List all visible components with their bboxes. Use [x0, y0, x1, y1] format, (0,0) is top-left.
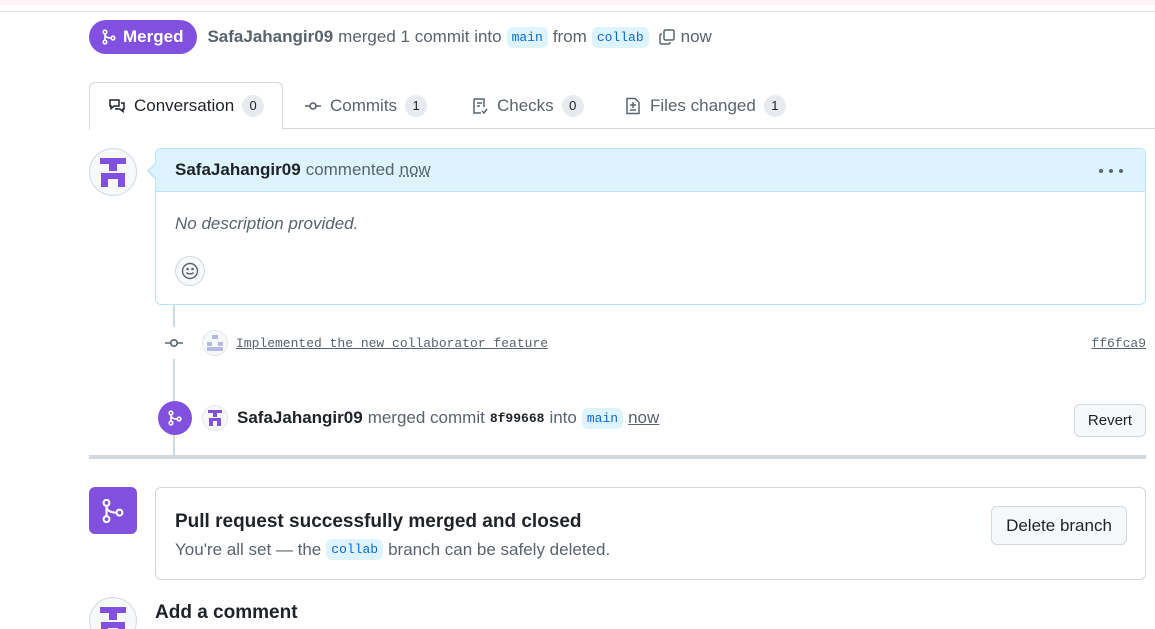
tab-files-changed-count: 1 — [764, 95, 786, 117]
pr-comment: SafaJahangir09 commented now No descript… — [155, 148, 1146, 305]
subtitle-suffix: branch can be safely deleted. — [388, 540, 610, 560]
base-branch-pill[interactable]: main — [507, 27, 548, 48]
merged-state-label: Merged — [123, 27, 183, 47]
comment-header: SafaJahangir09 commented now — [156, 149, 1145, 192]
comment-body: No description provided. — [156, 192, 1145, 234]
subtitle-prefix: You're all set — the — [175, 540, 321, 560]
pr-status-row: Merged SafaJahangir09 merged 1 commit in… — [89, 20, 712, 54]
git-merge-icon — [101, 29, 117, 45]
tab-commits[interactable]: Commits 1 — [304, 82, 427, 129]
tab-conversation-label: Conversation — [134, 96, 234, 116]
avatar[interactable] — [89, 148, 137, 196]
git-commit-icon — [164, 333, 184, 353]
tab-conversation-count: 0 — [242, 95, 264, 117]
tab-checks-label: Checks — [497, 96, 554, 116]
revert-button[interactable]: Revert — [1074, 404, 1146, 437]
comment-action-text: commented — [306, 160, 395, 180]
commit-node — [158, 327, 190, 359]
comment-discussion-icon — [108, 97, 126, 115]
tab-files-changed[interactable]: Files changed 1 — [624, 82, 786, 129]
comment-timestamp-link[interactable]: now — [400, 160, 431, 180]
merged-commit-text: merged 1 commit into — [338, 27, 501, 47]
tab-checks[interactable]: Checks 0 — [471, 82, 584, 129]
identicon-avatar-icon — [207, 409, 223, 427]
timeline-end-divider — [89, 455, 1146, 459]
merge-branch-pill[interactable]: main — [582, 408, 623, 429]
file-diff-icon — [624, 97, 642, 115]
merge-event-row: SafaJahangir09 merged commit 8f99668 int… — [202, 404, 659, 432]
identicon-avatar-icon — [98, 156, 128, 188]
avatar[interactable] — [89, 597, 137, 629]
merge-commit-sha-link[interactable]: 8f99668 — [490, 411, 545, 426]
merged-status-box: Pull request successfully merged and clo… — [155, 487, 1146, 580]
comment-author-link[interactable]: SafaJahangir09 — [175, 160, 301, 180]
smiley-icon — [181, 262, 199, 280]
add-comment-heading: Add a comment — [155, 602, 298, 624]
checklist-icon — [471, 97, 489, 115]
merged-status-icon-box — [89, 487, 137, 534]
add-reaction-button[interactable] — [175, 256, 205, 286]
commit-message-link[interactable]: Implemented the new collaborator feature — [236, 336, 548, 351]
merge-event-node — [158, 401, 192, 435]
git-commit-icon — [304, 97, 322, 115]
identicon-avatar-icon — [206, 334, 224, 352]
merge-author-link[interactable]: SafaJahangir09 — [237, 408, 363, 428]
merge-timestamp-link[interactable]: now — [628, 408, 659, 428]
commit-row: Implemented the new collaborator feature — [202, 330, 548, 356]
tab-commits-count: 1 — [405, 95, 427, 117]
merged-commit-text: merged commit — [368, 408, 485, 428]
merged-state-badge: Merged — [89, 20, 197, 54]
copy-icon[interactable] — [658, 28, 676, 46]
pr-tabs: Conversation 0 Commits 1 Checks 0 Files … — [89, 82, 1155, 129]
merge-time: now — [681, 27, 712, 47]
tab-conversation[interactable]: Conversation 0 — [89, 82, 283, 130]
comment-options-kebab-icon[interactable] — [1099, 161, 1123, 181]
merged-status-subtitle: You're all set — the collab branch can b… — [175, 539, 610, 560]
git-merge-icon — [167, 410, 183, 426]
from-text: from — [553, 27, 587, 47]
into-text: into — [549, 408, 576, 428]
commit-sha-link[interactable]: ff6fca9 — [1091, 336, 1146, 351]
comment-caret-inner — [149, 163, 157, 179]
tab-files-changed-label: Files changed — [650, 96, 756, 116]
merged-status-title: Pull request successfully merged and clo… — [175, 511, 582, 533]
tab-checks-count: 0 — [562, 95, 584, 117]
identicon-avatar-icon — [98, 605, 128, 629]
tab-commits-label: Commits — [330, 96, 397, 116]
delete-branch-button[interactable]: Delete branch — [991, 506, 1127, 545]
git-merge-icon — [100, 498, 126, 524]
deletable-branch-pill[interactable]: collab — [326, 539, 383, 560]
head-branch-pill[interactable]: collab — [592, 27, 649, 48]
merge-summary: SafaJahangir09 merged 1 commit into main… — [207, 27, 711, 48]
merge-author-avatar[interactable] — [202, 405, 228, 431]
commit-author-avatar[interactable] — [202, 330, 228, 356]
pr-author-link[interactable]: SafaJahangir09 — [207, 27, 333, 47]
banner-strip — [0, 0, 1155, 5]
top-banner-edge — [0, 0, 1155, 12]
